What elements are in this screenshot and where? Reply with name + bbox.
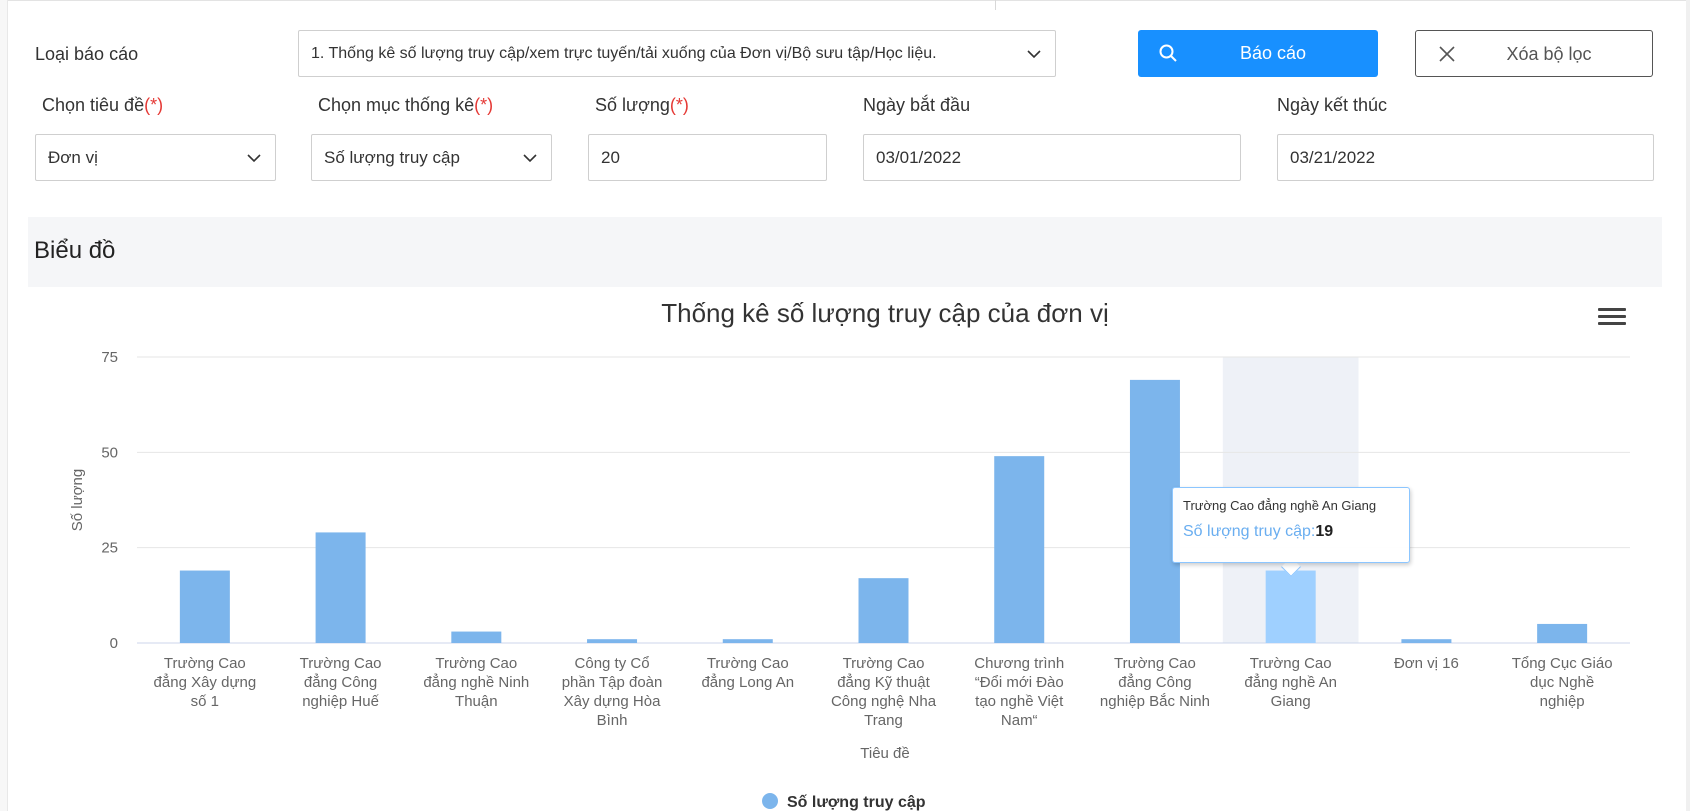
x-tick-label: Công ty Cổ phần Tập đoàn Xây dựng Hòa Bình (562, 655, 663, 729)
bar[interactable] (1401, 639, 1452, 643)
x-tick-label: Đơn vị 16 (1394, 655, 1459, 672)
chart-tooltip: Trường Cao đẳng nghề An Giang Số lượng t… (1172, 487, 1410, 563)
chart-legend[interactable]: Số lượng truy cập (762, 793, 926, 811)
x-tick-label: Trường Cao đẳng nghề Ninh Thuận (423, 655, 529, 710)
bar[interactable] (315, 532, 366, 643)
x-tick-label: Tổng Cục Giáo dục Nghề nghiệp (1512, 655, 1613, 710)
bar[interactable] (858, 578, 909, 643)
tooltip-value: 19 (1315, 523, 1334, 540)
x-tick-label: Trường Cao đẳng Công nghiệp Huế (300, 655, 382, 710)
y-axis-title: Số lượng (69, 469, 86, 531)
y-tick-label: 25 (101, 540, 118, 557)
legend-label: Số lượng truy cập (787, 794, 926, 811)
bar[interactable] (722, 639, 773, 643)
bar[interactable] (1537, 623, 1588, 643)
chart-title: Thống kê số lượng truy cập của đơn vị (661, 298, 1109, 328)
bar[interactable] (587, 639, 638, 643)
x-axis-title: Tiêu đề (860, 745, 909, 762)
bar[interactable] (1265, 570, 1316, 643)
x-tick-label: Trường Cao đẳng Xây dựng số 1 (154, 655, 257, 710)
tooltip-body: Số lượng truy cập:19 (1183, 523, 1399, 541)
bar[interactable] (179, 570, 230, 643)
x-tick-label: Chương trình “Đổi mới Đào tạo nghề Việt Nam… (974, 655, 1064, 729)
chart-menu-icon[interactable] (1598, 305, 1626, 329)
x-tick-label: Trường Cao đẳng Long An (701, 655, 794, 691)
bar-chart: 0 25 50 75 Trường Cao đẳng Xây dựng số 1 Trườn… (69, 298, 1630, 811)
tooltip-series-label: Số lượng truy cập: (1183, 523, 1316, 540)
tooltip-title: Trường Cao đẳng nghề An Giang (1183, 498, 1377, 513)
y-tick-label: 75 (101, 349, 118, 366)
y-tick-label: 50 (101, 444, 118, 461)
x-tick-label: Trường Cao đẳng Công nghiệp Bắc Ninh (1100, 655, 1210, 710)
y-tick-label: 0 (110, 635, 118, 652)
x-tick-label: Trường Cao đẳng nghề An Giang (1244, 655, 1337, 710)
x-tick-label: Trường Cao đẳng Kỹ thuật Công nghệ Nha Tran… (831, 655, 937, 729)
bar[interactable] (451, 631, 502, 643)
legend-marker (762, 793, 778, 809)
bar[interactable] (994, 456, 1045, 643)
